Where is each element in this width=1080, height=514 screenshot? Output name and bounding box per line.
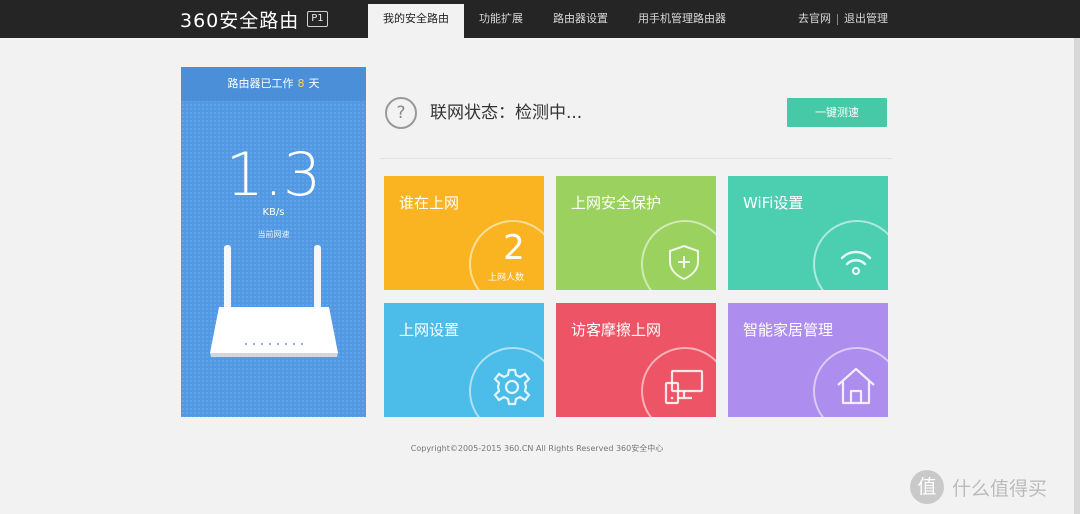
brand-name: 360安全路由 [180, 9, 300, 32]
gear-icon [493, 368, 531, 406]
tile-title: 智能家居管理 [743, 321, 834, 339]
online-count: 2 [503, 228, 525, 268]
tab-router-settings[interactable]: 路由器设置 [538, 0, 623, 38]
uptime-prefix: 路由器已工作 [227, 77, 294, 90]
vertical-scrollbar[interactable] [1074, 38, 1080, 514]
speed-caption: 当前网速 [257, 230, 290, 239]
panel-texture [181, 67, 366, 417]
link-divider [837, 13, 838, 25]
speed-panel: 路由器已工作 8 天 1.3 KB/s 当前网速 [181, 67, 366, 417]
wifi-icon [840, 250, 872, 276]
online-count-label: 上网人数 [488, 273, 525, 283]
tile-title: 上网安全保护 [571, 194, 662, 212]
tile-smart-home[interactable]: 智能家居管理 [728, 303, 888, 417]
tile-who-online[interactable]: 谁在上网 2 上网人数 [384, 176, 544, 290]
tile-guest-network[interactable]: 访客摩擦上网 [556, 303, 716, 417]
watermark: 值 什么值得买 [910, 470, 1047, 504]
uptime-days: 8 [297, 77, 305, 90]
tile-title: 上网设置 [399, 321, 460, 339]
section-divider [380, 158, 892, 159]
home-icon [837, 367, 875, 405]
official-site-link[interactable]: 去官网 [798, 0, 831, 38]
copyright-footer: Copyright©2005-2015 360.CN All Rights Re… [410, 444, 664, 453]
guest-devices-icon [664, 369, 704, 405]
router-illustration-icon [210, 245, 338, 357]
top-navigation-bar: 360安全路由 P1 我的安全路由 功能扩展 路由器设置 用手机管理路由器 去官… [0, 0, 1080, 38]
main-nav: 我的安全路由 功能扩展 路由器设置 用手机管理路由器 [368, 0, 741, 38]
model-badge: P1 [307, 11, 328, 27]
tab-mobile-manage[interactable]: 用手机管理路由器 [623, 0, 741, 38]
brand-logo[interactable]: 360安全路由 P1 [180, 6, 328, 32]
connection-status-text: 联网状态：检测中... [430, 103, 583, 123]
tile-title: 谁在上网 [399, 194, 460, 212]
current-speed-value: 1.3 [225, 140, 322, 210]
uptime-suffix: 天 [308, 77, 320, 90]
tile-security-protection[interactable]: 上网安全保护 [556, 176, 716, 290]
top-links: 去官网 退出管理 [798, 0, 888, 38]
logout-link[interactable]: 退出管理 [844, 0, 888, 38]
tab-extensions[interactable]: 功能扩展 [464, 0, 538, 38]
tile-internet-settings[interactable]: 上网设置 [384, 303, 544, 417]
watermark-text: 什么值得买 [952, 477, 1048, 500]
tab-my-router[interactable]: 我的安全路由 [368, 4, 464, 38]
speed-test-button[interactable]: 一键测速 [787, 98, 887, 127]
tile-title: 访客摩擦上网 [571, 321, 662, 339]
speed-unit: KB/s [262, 207, 285, 218]
tile-title: WiFi设置 [743, 194, 804, 212]
tile-wifi-settings[interactable]: WiFi设置 [728, 176, 888, 290]
shield-plus-icon [669, 244, 699, 281]
question-icon: ? [385, 97, 417, 129]
uptime-banner: 路由器已工作 8 天 [181, 67, 366, 101]
watermark-badge-icon: 值 [910, 470, 944, 504]
